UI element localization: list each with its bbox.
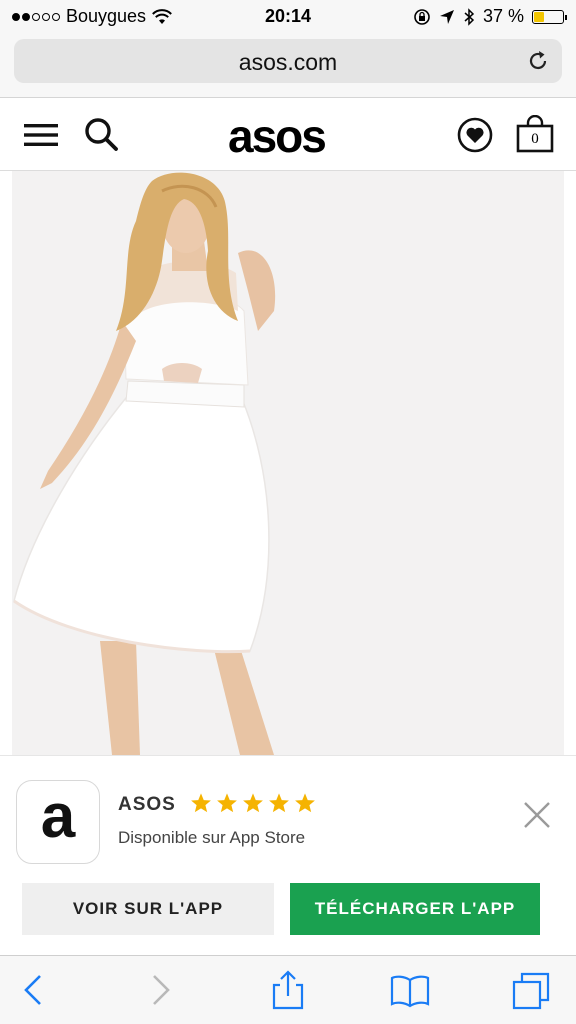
app-icon-letter: a	[40, 782, 76, 851]
orientation-lock-icon	[414, 8, 430, 25]
asos-logo[interactable]: asos	[228, 109, 327, 163]
star-icon	[295, 793, 315, 813]
saved-items-heart-icon[interactable]	[455, 115, 495, 155]
tabs-icon[interactable]	[512, 970, 552, 1010]
url-text: asos.com	[238, 49, 338, 75]
battery-percent: 37 %	[482, 6, 524, 26]
star-icon	[243, 793, 263, 813]
view-in-app-button[interactable]: VOIR SUR L'APP	[22, 883, 274, 935]
download-app-button[interactable]: TÉLÉCHARGER L'APP	[290, 883, 540, 935]
search-icon[interactable]	[82, 115, 122, 155]
bag-count: 0	[531, 131, 539, 147]
status-bar: Bouygues 20:14 37 %	[0, 0, 576, 34]
star-icon	[217, 793, 237, 813]
bluetooth-icon	[464, 7, 475, 26]
close-icon[interactable]	[522, 800, 552, 830]
bookmarks-icon[interactable]	[390, 970, 430, 1010]
menu-icon[interactable]	[22, 115, 62, 155]
share-icon[interactable]	[268, 970, 308, 1010]
model-in-white-dress-illustration	[12, 171, 564, 755]
star-icon	[269, 793, 289, 813]
browser-toolbar	[0, 955, 576, 1024]
smart-app-banner: a ASOS Disponible sur App Store VOIR SUR…	[0, 755, 576, 955]
location-arrow-icon	[439, 9, 454, 24]
battery-icon	[532, 9, 567, 24]
battery-fill	[534, 11, 545, 22]
back-icon[interactable]	[14, 970, 54, 1010]
reload-icon[interactable]	[526, 49, 550, 73]
app-name: ASOS	[118, 794, 176, 815]
site-header: asos 0	[0, 99, 576, 171]
product-image[interactable]	[12, 171, 564, 755]
status-right: 37 %	[413, 6, 567, 27]
star-icon	[191, 793, 211, 813]
app-availability-text: Disponible sur App Store	[118, 828, 306, 847]
browser-address-area: asos.com	[0, 34, 576, 98]
rating-stars	[190, 792, 316, 814]
asos-app-icon: a	[16, 780, 100, 864]
address-bar[interactable]: asos.com	[14, 39, 562, 83]
shopping-bag-button[interactable]: 0	[515, 114, 555, 155]
forward-icon[interactable]	[140, 970, 180, 1010]
